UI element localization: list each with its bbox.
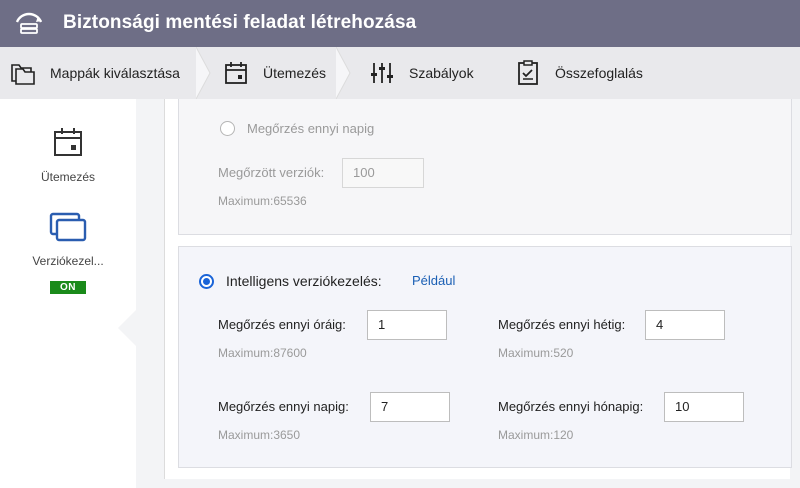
retain-hours-label: Megőrzés ennyi óráig: — [218, 317, 346, 332]
status-badge: ON — [50, 281, 86, 294]
retain-hours-max: Maximum:87600 — [218, 346, 307, 360]
step-schedule[interactable]: Ütemezés — [223, 47, 326, 99]
example-link[interactable]: Például — [412, 273, 455, 288]
sidebar-item-versioning[interactable]: Verziókezel... ON — [0, 211, 136, 295]
retain-days-label: Megőrzés ennyi napig — [247, 121, 375, 136]
wizard-steps: Mappák kiválasztása Ütemezés Szabályok Ö… — [0, 47, 800, 99]
step-summary[interactable]: Összefoglalás — [515, 47, 643, 99]
step-label: Ütemezés — [263, 65, 327, 81]
sidebar: Ütemezés Verziókezel... ON — [0, 99, 137, 488]
step-folder-selection[interactable]: Mappák kiválasztása — [10, 47, 180, 99]
retain-months-label: Megőrzés ennyi hónapig: — [498, 399, 644, 414]
smart-versioning-label: Intelligens verziókezelés: — [226, 273, 382, 289]
folders-icon — [11, 64, 35, 85]
sidebar-item-label: Ütemezés — [40, 170, 96, 184]
retained-versions-input[interactable]: 100 — [342, 158, 424, 188]
sliders-icon — [371, 63, 393, 83]
window-title: Biztonsági mentési feladat létrehozása — [63, 12, 417, 33]
retain-months-max: Maximum:120 — [498, 428, 574, 442]
retained-versions-label: Megőrzött verziók: — [218, 165, 325, 180]
versions-icon — [49, 212, 87, 242]
step-rules[interactable]: Szabályok — [369, 47, 474, 99]
retain-days-input[interactable]: 7 — [370, 392, 450, 422]
calendar-icon — [225, 62, 247, 84]
step-label: Szabályok — [409, 65, 474, 81]
retain-days-max: Maximum:3650 — [218, 428, 301, 442]
title-bar: Biztonsági mentési feladat létrehozása — [0, 0, 800, 47]
retain-weeks-max: Maximum:520 — [498, 346, 574, 360]
step-separator-icon — [196, 47, 211, 99]
step-label: Összefoglalás — [555, 65, 643, 81]
clipboard-icon — [518, 60, 538, 85]
retain-months-input[interactable]: 10 — [664, 392, 744, 422]
sidebar-item-schedule[interactable]: Ütemezés — [0, 125, 136, 184]
retain-days-label: Megőrzés ennyi napig: — [218, 399, 349, 414]
selection-pointer — [118, 309, 137, 347]
step-label: Mappák kiválasztása — [50, 65, 180, 81]
retain-weeks-input[interactable]: 4 — [645, 310, 725, 340]
smart-versioning-radio[interactable] — [199, 274, 214, 289]
retain-days-radio[interactable] — [220, 121, 235, 136]
sidebar-item-label: Verziókezel... — [32, 254, 104, 268]
retain-weeks-label: Megőrzés ennyi hétig: — [498, 317, 626, 332]
step-separator-icon — [336, 47, 351, 99]
calendar-icon — [54, 128, 82, 156]
retain-hours-input[interactable]: 1 — [367, 310, 447, 340]
retained-versions-max: Maximum:65536 — [218, 194, 307, 208]
backup-logo-icon — [15, 12, 43, 34]
